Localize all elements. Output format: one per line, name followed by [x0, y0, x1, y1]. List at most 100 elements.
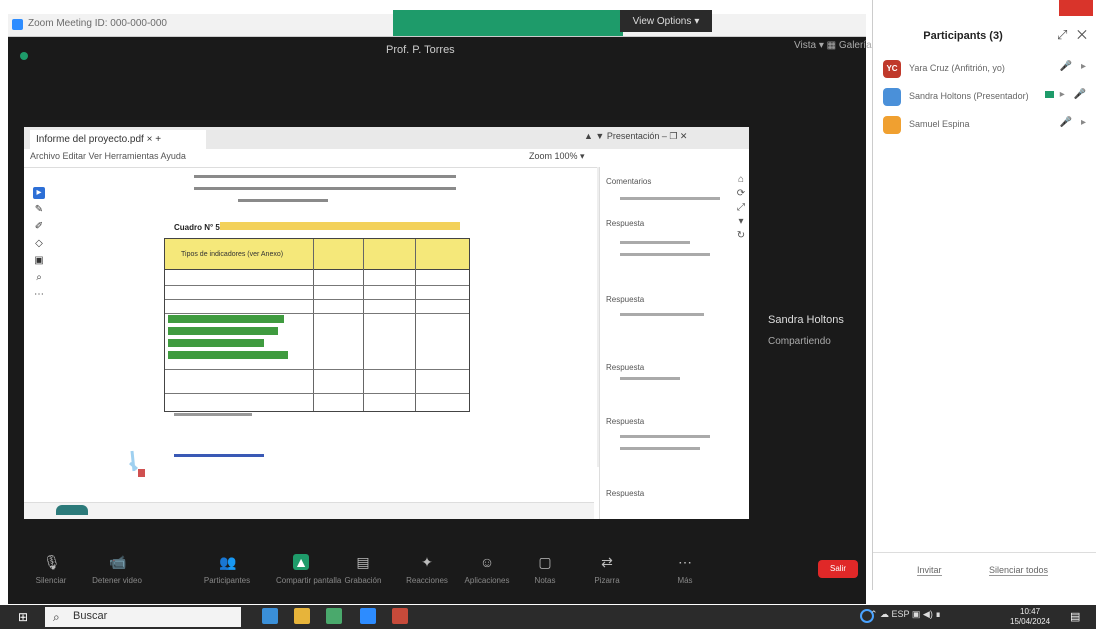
table-row: [165, 301, 469, 314]
table-header-label: Tipos de indicadores (ver Anexo): [181, 251, 284, 258]
sharing-banner: [393, 10, 623, 36]
file-explorer-icon[interactable]: [294, 608, 310, 624]
mute-button[interactable]: 🎙 Silenciar: [26, 554, 76, 585]
meeting-info-icon[interactable]: [20, 52, 28, 60]
comment-text-line: [620, 447, 700, 450]
whiteboard-button[interactable]: ⇄ Pizarra: [582, 554, 632, 585]
doc-text-line: [194, 187, 456, 190]
shared-screen[interactable]: Informe del proyecto.pdf × + ▲ ▼ Present…: [24, 127, 749, 519]
participant-row[interactable]: Samuel Espina 🎤 ▸: [883, 114, 1089, 136]
highlighted-caption: [220, 222, 460, 230]
taskbar-search-box[interactable]: ⌕ Buscar: [45, 607, 241, 627]
reactions-icon: ✦: [421, 554, 433, 570]
annotation-underline: [174, 454, 264, 457]
participant-name: Sandra Holtons (Presentador): [909, 91, 1029, 101]
chrome-app-icon[interactable]: [326, 608, 342, 624]
leave-meeting-button[interactable]: Salir: [818, 560, 858, 578]
comment-reply[interactable]: Respuesta: [606, 219, 644, 228]
participants-icon: 👥: [219, 554, 237, 570]
page-navigation-bar: [24, 502, 594, 519]
windows-start-icon[interactable]: ⊞: [18, 611, 30, 623]
comment-text-line: [620, 313, 704, 316]
participant-name: Yara Cruz (Anfitrión, yo): [909, 63, 1005, 73]
page-thumbnail[interactable]: [56, 505, 88, 515]
stamp-tool-icon[interactable]: ▣: [33, 255, 45, 267]
clock-time: 10:47: [1020, 607, 1041, 616]
share-screen-button[interactable]: ▲ Compartir pantalla: [276, 554, 341, 585]
participant-status-icons[interactable]: 🎤 ▸: [1060, 117, 1089, 128]
pdf-table: Tipos de indicadores (ver Anexo): [164, 238, 470, 412]
comment-text-line: [620, 253, 710, 256]
mute-all-button[interactable]: Silenciar todos: [989, 565, 1049, 576]
table-row: [165, 277, 469, 286]
comments-header: Comentarios: [606, 177, 652, 186]
comments-panel: Comentarios Respuesta Respuesta Respuest…: [599, 167, 749, 519]
windows-taskbar: ⊞ ⌕ Buscar ⌃ ☁ ESP ▣ ◀) ∎ 10:47 15/04/20…: [0, 605, 1096, 629]
search-tool-icon[interactable]: ⌕: [33, 272, 45, 284]
comment-text-line: [620, 435, 710, 438]
notes-button[interactable]: ▢ Notas: [520, 554, 570, 585]
clock-date: 15/04/2024: [1010, 617, 1051, 626]
participants-button[interactable]: 👥 Participantes: [202, 554, 252, 585]
notification-icon[interactable]: ▤: [1070, 610, 1080, 623]
more-button[interactable]: ⋯ Más: [660, 554, 710, 585]
participant-row[interactable]: YC Yara Cruz (Anfitrión, yo) 🎤 ▸: [883, 58, 1089, 80]
edge-app-icon[interactable]: [262, 608, 278, 624]
refresh-icon[interactable]: ⟳: [735, 187, 747, 201]
active-speaker-name: Prof. P. Torres: [386, 44, 455, 56]
highlighted-row: [168, 327, 278, 335]
participant-status-icons[interactable]: 🎤 ▸: [1060, 61, 1089, 72]
more-tools-icon[interactable]: ⋯: [33, 289, 45, 301]
apps-button[interactable]: ☺ Aplicaciones: [462, 554, 512, 585]
view-options-label: View Options: [632, 15, 692, 27]
zoom-app-taskbar-icon[interactable]: [360, 608, 376, 624]
chevron-down-icon: ▾: [694, 15, 700, 27]
doc-text-line: [194, 175, 456, 178]
reactions-button[interactable]: ✦ Reacciones: [402, 554, 452, 585]
comment-reply[interactable]: Respuesta: [606, 295, 644, 304]
invite-button[interactable]: Invitar: [917, 565, 942, 576]
view-layout-button[interactable]: Vista ▾ ▦ Galería: [794, 40, 872, 51]
zoom-app-icon: [12, 19, 23, 30]
record-button[interactable]: ▤ Grabación: [338, 554, 388, 585]
pen-tool-icon[interactable]: ✐: [33, 221, 45, 233]
window-close-button[interactable]: [1059, 0, 1093, 16]
search-placeholder: Buscar: [73, 610, 108, 622]
avatar: [883, 116, 901, 134]
shape-tool-icon[interactable]: ◇: [33, 238, 45, 250]
browser-tab[interactable]: Informe del proyecto.pdf × +: [30, 130, 206, 149]
participants-panel: Participants (3) ⤢ ✕ YC Yara Cruz (Anfit…: [872, 0, 1096, 590]
participant-status-icons[interactable]: ▸ 🎤: [1044, 89, 1089, 100]
chevron-down-icon[interactable]: ▾: [735, 215, 747, 229]
browser-tab-strip: Informe del proyecto.pdf × + ▲ ▼ Present…: [24, 127, 749, 149]
rotate-icon[interactable]: ↻: [735, 229, 747, 243]
pdf-zoom-select[interactable]: Zoom 100% ▾: [529, 151, 585, 162]
pdf-menu-bar[interactable]: Archivo Editar Ver Herramientas Ayuda: [30, 151, 186, 161]
view-options-button[interactable]: View Options ▾: [620, 10, 712, 32]
table-caption: Cuadro N° 53: [174, 223, 225, 232]
table-row: [165, 291, 469, 300]
system-tray[interactable]: ⌃ ☁ ESP ▣ ◀) ∎: [870, 609, 941, 620]
panel-icon-column: ⌂ ⟳ ⤢ ▾ ↻: [735, 173, 747, 243]
participants-footer: Invitar Silenciar todos: [873, 552, 1096, 591]
panel-popout-close-icons[interactable]: ⤢ ✕: [1057, 27, 1090, 43]
expand-icon[interactable]: ⤢: [735, 201, 747, 215]
record-icon: ▤: [356, 554, 370, 570]
participant-row[interactable]: Sandra Holtons (Presentador) ▸ 🎤: [883, 86, 1089, 108]
browser-window-controls[interactable]: ▲ ▼ Presentación – ❐ ✕: [584, 131, 687, 142]
table-source-note: [174, 413, 252, 416]
comment-reply[interactable]: Respuesta: [606, 363, 644, 372]
comment-tool-icon[interactable]: ✎: [33, 204, 45, 216]
comment-reply[interactable]: Respuesta: [606, 417, 644, 426]
system-clock[interactable]: 10:47 15/04/2024: [1010, 607, 1050, 627]
notes-icon: ▢: [538, 554, 552, 570]
participants-title: Participants (3): [923, 30, 1003, 42]
acrobat-app-icon[interactable]: [392, 608, 408, 624]
doc-text-line: [238, 199, 328, 202]
zoom-main-window: Zoom Meeting ID: 000-000-000 View Option…: [8, 10, 872, 604]
select-tool-icon[interactable]: ▸: [33, 187, 45, 199]
home-icon[interactable]: ⌂: [735, 173, 747, 187]
stop-video-button[interactable]: 📹 Detener video: [92, 554, 142, 585]
share-screen-icon: ▲: [293, 554, 309, 570]
comment-reply[interactable]: Respuesta: [606, 489, 644, 498]
